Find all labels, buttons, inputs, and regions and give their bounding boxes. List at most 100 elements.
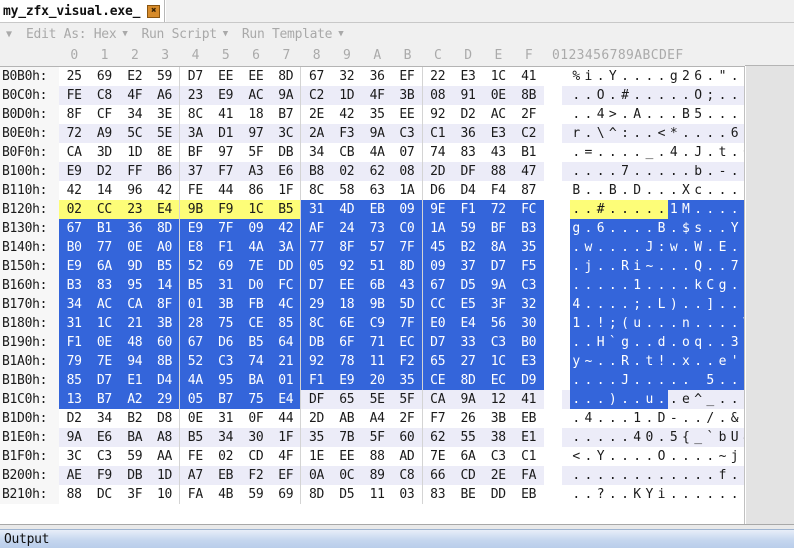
hex-byte[interactable]: 88 bbox=[362, 447, 392, 466]
ascii-char[interactable]: . bbox=[668, 447, 680, 466]
row-bytes[interactable]: CA 3D 1D 8E BF 97 5F DB 34 CB 4A 07 74 83 43 B1 bbox=[59, 143, 544, 162]
ascii-char[interactable]: . bbox=[679, 238, 692, 257]
hex-byte[interactable]: C8 bbox=[89, 86, 119, 105]
hex-byte[interactable]: E1 bbox=[119, 371, 150, 390]
hex-row[interactable]: B170h: 34 AC CA 8F 01 3B FB 4C 29 18 9B 5D CC E5 3F 32 4.… bbox=[0, 295, 744, 314]
ascii-char[interactable]: . bbox=[667, 352, 680, 371]
hex-byte[interactable]: D5 bbox=[332, 485, 362, 504]
ascii-char[interactable]: . bbox=[716, 105, 728, 124]
hex-byte[interactable]: CE bbox=[240, 314, 272, 333]
ascii-char[interactable]: 0 bbox=[643, 428, 655, 447]
ascii-char[interactable]: . bbox=[716, 295, 729, 314]
ascii-char[interactable]: . bbox=[716, 485, 728, 504]
ascii-char[interactable]: . bbox=[643, 333, 656, 352]
hex-byte[interactable]: FF bbox=[120, 162, 150, 181]
ascii-char[interactable]: ~ bbox=[582, 352, 595, 371]
ascii-char[interactable]: . bbox=[618, 200, 631, 219]
ascii-char[interactable]: Y bbox=[643, 485, 655, 504]
ascii-char[interactable]: . bbox=[680, 86, 692, 105]
hex-byte[interactable]: D6 bbox=[423, 181, 453, 200]
ascii-char[interactable]: ) bbox=[667, 295, 680, 314]
hex-byte[interactable]: D9 bbox=[513, 371, 544, 390]
hex-byte[interactable]: 7F bbox=[210, 219, 241, 238]
ascii-char[interactable]: i bbox=[582, 67, 594, 86]
hex-byte[interactable]: 37 bbox=[180, 162, 210, 181]
hex-byte[interactable]: 1F bbox=[271, 181, 302, 200]
hex-byte[interactable]: 31 bbox=[59, 314, 90, 333]
hex-byte[interactable]: CE bbox=[422, 371, 453, 390]
ascii-char[interactable]: . bbox=[716, 371, 729, 390]
ascii-char[interactable]: . bbox=[643, 86, 655, 105]
ascii-char[interactable]: e bbox=[680, 390, 692, 409]
hex-byte[interactable]: 34 bbox=[59, 295, 90, 314]
hex-row[interactable]: B0F0h: CA 3D 1D 8E BF 97 5F DB 34 CB 4A 07 74 83 43 B1. =… bbox=[0, 143, 744, 162]
row-ascii[interactable]: <.Y....O....~j.. bbox=[562, 447, 744, 466]
hex-byte[interactable]: A7 bbox=[180, 466, 210, 485]
hex-byte[interactable]: 51 bbox=[361, 257, 393, 276]
ascii-char[interactable]: s bbox=[691, 219, 705, 238]
hex-byte[interactable]: DB bbox=[271, 143, 302, 162]
hex-byte[interactable]: 65 bbox=[332, 390, 362, 409]
ascii-char[interactable]: 3 bbox=[728, 333, 741, 352]
ascii-char[interactable]: w bbox=[667, 238, 680, 257]
hex-byte[interactable]: C3 bbox=[483, 333, 514, 352]
hex-byte[interactable]: 83 bbox=[89, 276, 120, 295]
hex-byte[interactable]: 35 bbox=[301, 428, 331, 447]
hex-byte[interactable]: 4F bbox=[271, 447, 302, 466]
ascii-char[interactable]: R bbox=[618, 352, 631, 371]
ascii-char[interactable]: . bbox=[606, 257, 619, 276]
ascii-char[interactable]: . bbox=[570, 86, 582, 105]
ascii-char[interactable]: . bbox=[704, 67, 716, 86]
row-ascii[interactable]: ..#.....1M....r. bbox=[562, 200, 744, 219]
hex-byte[interactable]: 8E bbox=[150, 143, 181, 162]
ascii-char[interactable]: i bbox=[655, 485, 667, 504]
hex-byte[interactable]: 72 bbox=[59, 124, 89, 143]
ascii-char[interactable]: . bbox=[582, 428, 594, 447]
hex-byte[interactable]: E8 bbox=[180, 238, 211, 257]
hex-byte[interactable]: 9A bbox=[453, 390, 483, 409]
hex-byte[interactable]: 25 bbox=[59, 67, 89, 86]
ascii-char[interactable]: . bbox=[728, 276, 741, 295]
hex-byte[interactable]: B1 bbox=[89, 219, 120, 238]
hex-byte[interactable]: 3C bbox=[271, 124, 302, 143]
ascii-char[interactable]: D bbox=[631, 181, 643, 200]
ascii-char[interactable]: . bbox=[607, 409, 619, 428]
hex-byte[interactable]: CA bbox=[59, 143, 89, 162]
hex-byte[interactable]: 59 bbox=[241, 485, 271, 504]
hex-byte[interactable]: B3 bbox=[59, 276, 90, 295]
hex-byte[interactable]: 94 bbox=[119, 352, 150, 371]
hex-byte[interactable]: 9E bbox=[422, 200, 453, 219]
hex-byte[interactable]: 03 bbox=[392, 485, 423, 504]
hex-byte[interactable]: 9A bbox=[59, 428, 89, 447]
hex-byte[interactable]: 59 bbox=[452, 219, 484, 238]
row-ascii[interactable]: r.\^:..<*....6.. bbox=[562, 124, 744, 143]
hex-byte[interactable]: 97 bbox=[210, 143, 240, 162]
hex-byte[interactable]: 0E bbox=[89, 333, 120, 352]
hex-byte[interactable]: C3 bbox=[210, 352, 241, 371]
hex-byte[interactable]: 8D bbox=[271, 67, 302, 86]
hex-byte[interactable]: 0A bbox=[301, 466, 331, 485]
hex-byte[interactable]: EE bbox=[332, 447, 362, 466]
hex-byte[interactable]: E1 bbox=[513, 428, 543, 447]
ascii-char[interactable]: . bbox=[680, 485, 692, 504]
ascii-char[interactable]: . bbox=[655, 257, 668, 276]
ascii-char[interactable]: . bbox=[655, 276, 668, 295]
hex-byte[interactable]: EB bbox=[210, 466, 240, 485]
hex-byte[interactable]: 08 bbox=[423, 86, 453, 105]
ascii-char[interactable]: . bbox=[607, 466, 619, 485]
hex-byte[interactable]: 8A bbox=[483, 238, 514, 257]
hex-byte[interactable]: 31 bbox=[210, 276, 241, 295]
ascii-char[interactable]: . bbox=[667, 276, 680, 295]
hex-byte[interactable]: 59 bbox=[120, 447, 150, 466]
hex-byte[interactable]: 2A bbox=[301, 124, 331, 143]
hex-byte[interactable]: 01 bbox=[271, 371, 302, 390]
hex-byte[interactable]: 36 bbox=[453, 124, 483, 143]
ascii-char[interactable]: . bbox=[594, 466, 606, 485]
row-ascii[interactable]: %i.Y....g26."..A bbox=[562, 67, 744, 86]
ascii-char[interactable]: t bbox=[643, 352, 656, 371]
ascii-char[interactable]: W bbox=[691, 238, 705, 257]
hex-row[interactable]: B1E0h: 9A E6 BA A8 B5 34 30 1F 35 7B 5F 60 62 55 38 E1..… bbox=[0, 428, 744, 447]
ascii-char[interactable]: . bbox=[630, 200, 644, 219]
ascii-char[interactable]: . bbox=[582, 466, 594, 485]
ascii-char[interactable]: . bbox=[643, 200, 656, 219]
